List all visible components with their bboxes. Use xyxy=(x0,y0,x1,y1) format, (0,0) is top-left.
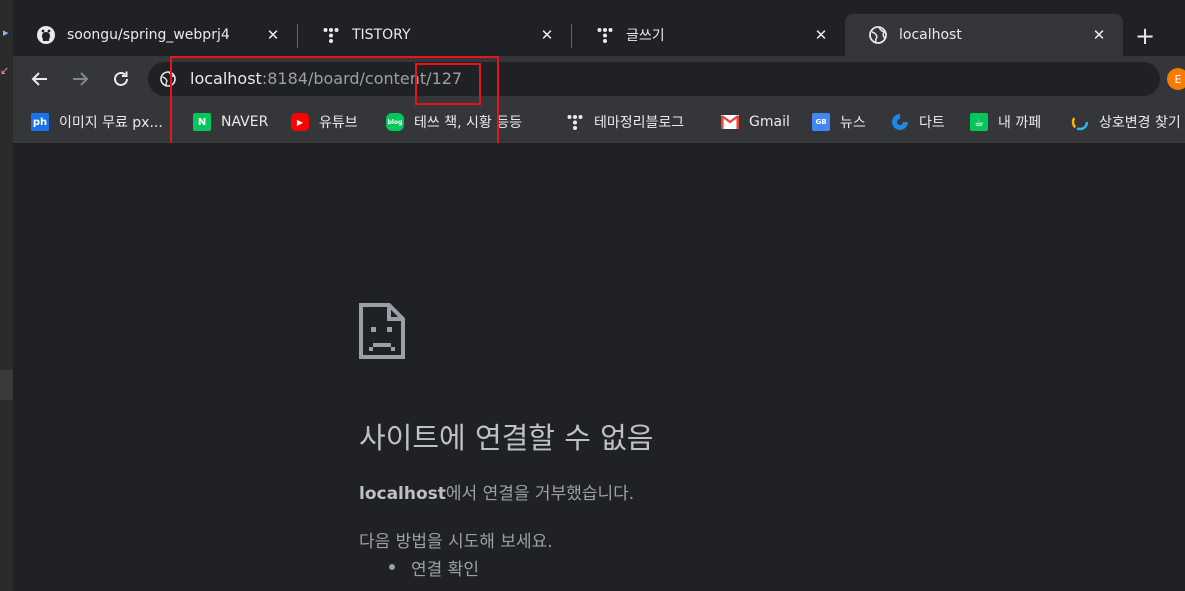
bookmark-label: 뉴스 xyxy=(840,115,866,131)
bookmark-label: 테쓰 책, 시황 등등 xyxy=(414,115,522,131)
close-icon[interactable]: ✕ xyxy=(1089,25,1109,45)
tab-tistory[interactable]: TISTORY ✕ xyxy=(298,14,571,56)
arrow-right-icon xyxy=(73,72,89,86)
forward-button[interactable] xyxy=(65,64,95,94)
url-path: :8184/board/content/127 xyxy=(261,69,463,88)
globe-icon xyxy=(869,26,887,44)
bookmark-label: 테마정리블로그 xyxy=(594,115,685,131)
bookmark-item[interactable]: ▶ 유튜브 xyxy=(291,110,358,134)
plus-icon: + xyxy=(1134,22,1156,50)
background-window-edge: ▸ ↙ xyxy=(0,0,13,591)
window-edge-arrow-icon: ↙ xyxy=(0,64,10,77)
url-text: localhost:8184/board/content/127 xyxy=(190,69,462,88)
window-edge-bar xyxy=(0,370,13,400)
naver-icon: N xyxy=(193,113,211,131)
bookmark-label: 다트 xyxy=(919,115,945,131)
bookmark-label: NAVER xyxy=(221,114,269,130)
loading-ring-icon xyxy=(1071,113,1089,131)
list-item: 연결 확인 xyxy=(389,555,479,583)
globe-icon xyxy=(160,71,176,87)
address-bar[interactable]: localhost:8184/board/content/127 xyxy=(148,62,1160,96)
error-host: localhost xyxy=(359,484,446,504)
bookmark-item[interactable]: 테마정리블로그 xyxy=(566,110,684,134)
tab-github[interactable]: soongu/spring_webprj4 ✕ xyxy=(13,14,297,56)
cafe-icon: ☕ xyxy=(970,113,988,131)
bookmark-item[interactable]: ph 이미지 무료 px... xyxy=(31,110,163,134)
error-page: 사이트에 연결할 수 없음 localhost에서 연결을 거부했습니다. 다음… xyxy=(13,143,1185,591)
tistory-icon xyxy=(566,113,584,131)
tistory-icon xyxy=(596,26,614,44)
reload-icon xyxy=(114,71,128,86)
bookmark-item[interactable]: ☕ 내 까페 xyxy=(970,110,1041,134)
naver-blog-icon: blog xyxy=(386,113,404,131)
back-button[interactable] xyxy=(25,64,55,94)
sad-document-icon xyxy=(359,303,405,359)
new-tab-button[interactable]: + xyxy=(1131,22,1159,50)
close-icon[interactable]: ✕ xyxy=(263,25,283,45)
tab-title: TISTORY xyxy=(352,27,411,43)
tab-write[interactable]: 글쓰기 ✕ xyxy=(572,14,845,56)
pxhere-icon: ph xyxy=(31,113,49,131)
github-icon xyxy=(37,26,55,44)
arrow-left-icon xyxy=(31,72,47,86)
error-title: 사이트에 연결할 수 없음 xyxy=(359,421,654,455)
error-message: 에서 연결을 거부했습니다. xyxy=(445,484,635,504)
tab-localhost[interactable]: localhost ✕ xyxy=(845,14,1123,56)
toolbar: localhost:8184/board/content/127 E xyxy=(13,56,1185,102)
close-icon[interactable]: ✕ xyxy=(811,25,831,45)
bookmark-label: Gmail xyxy=(749,114,790,130)
dart-icon xyxy=(891,113,909,131)
browser-window: soongu/spring_webprj4 ✕ TISTORY ✕ 글쓰기 ✕ … xyxy=(13,0,1185,591)
bookmark-item[interactable]: 다트 xyxy=(891,110,945,134)
suggestion-list: 연결 확인 xyxy=(389,555,479,583)
bookmark-item[interactable]: GB 뉴스 xyxy=(812,110,866,134)
bookmarks-bar: ph 이미지 무료 px... N NAVER ▶ 유튜브 blog 테쓰 책,… xyxy=(13,102,1185,143)
bookmark-label: 이미지 무료 px... xyxy=(59,115,163,131)
bookmark-item[interactable]: N NAVER xyxy=(193,110,268,134)
news-icon: GB xyxy=(812,113,830,131)
error-description: localhost에서 연결을 거부했습니다. xyxy=(359,479,634,504)
tab-title: soongu/spring_webprj4 xyxy=(67,27,230,43)
reload-button[interactable] xyxy=(106,64,136,94)
tab-title: 글쓰기 xyxy=(626,28,665,44)
window-edge-glyph: ▸ xyxy=(3,26,9,39)
close-icon[interactable]: ✕ xyxy=(537,25,557,45)
bookmark-item[interactable]: 상호변경 찾기 xyxy=(1071,110,1181,134)
bookmark-item[interactable]: Gmail xyxy=(721,110,790,134)
try-heading: 다음 방법을 시도해 보세요. xyxy=(359,532,553,552)
bookmark-label: 유튜브 xyxy=(319,115,358,131)
tistory-icon xyxy=(322,26,340,44)
bookmark-label: 내 까페 xyxy=(998,115,1042,131)
youtube-icon: ▶ xyxy=(291,113,309,131)
url-host: localhost xyxy=(190,69,262,88)
extension-icon[interactable]: E xyxy=(1167,68,1185,90)
bookmark-item[interactable]: blog 테쓰 책, 시황 등등 xyxy=(386,110,522,134)
tab-title: localhost xyxy=(899,27,962,43)
gmail-icon xyxy=(721,113,739,131)
tab-strip: soongu/spring_webprj4 ✕ TISTORY ✕ 글쓰기 ✕ … xyxy=(13,0,1185,56)
bookmark-label: 상호변경 찾기 xyxy=(1099,115,1181,131)
